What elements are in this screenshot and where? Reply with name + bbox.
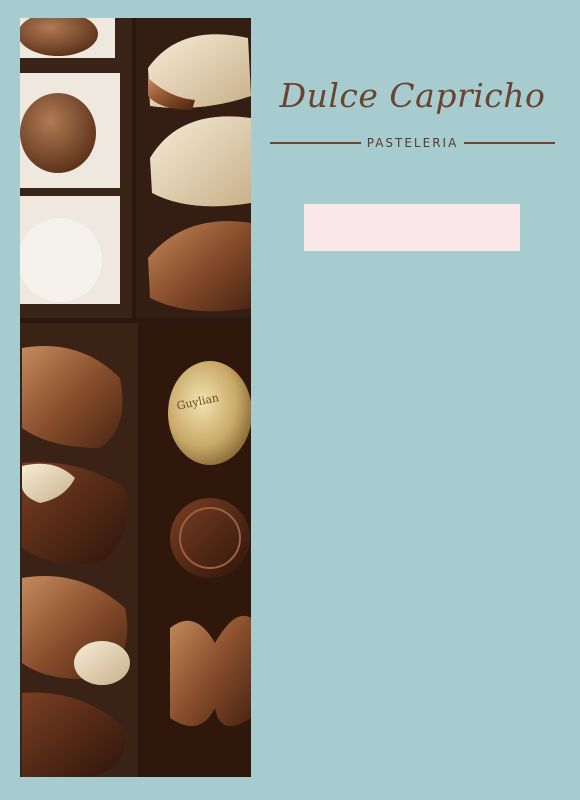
chocolate-illustration: Guylian xyxy=(20,18,251,777)
pink-text-box xyxy=(304,204,520,251)
brand-name: Dulce Capricho xyxy=(279,76,546,115)
brand-subtitle-row: PASTELERIA xyxy=(270,136,555,150)
chocolate-box-photo: Guylian xyxy=(20,18,251,777)
divider-left xyxy=(270,142,361,144)
divider-right xyxy=(464,142,555,144)
brand-subtitle: PASTELERIA xyxy=(366,136,459,150)
brand-block: Dulce Capricho PASTELERIA xyxy=(270,72,555,150)
